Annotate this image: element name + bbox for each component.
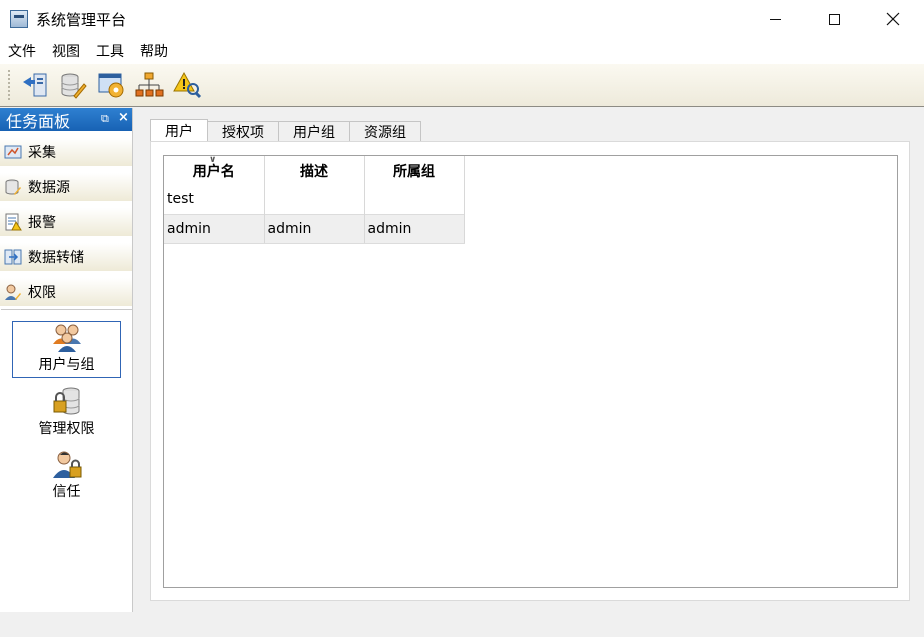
toolbar-export-button[interactable] [17,67,53,103]
menu-help[interactable]: 帮助 [140,41,168,61]
column-header-username[interactable]: ∨ 用户名 [164,155,265,185]
item-users-groups[interactable]: 用户与组 [12,321,121,378]
table-header-row: ∨ 用户名 描述 所属组 [164,155,465,185]
item-label: 信任 [52,484,81,500]
menu-bar: 文件 视图 工具 帮助 [0,38,924,64]
database-settings-icon [61,73,87,99]
close-icon [886,12,900,26]
category-label: 采集 [28,145,56,161]
maximize-icon [828,13,840,25]
datasource-icon [5,179,21,195]
category-collect[interactable]: 采集 [0,138,132,166]
table-row[interactable]: test [164,185,465,214]
table-row[interactable]: admin admin admin [164,213,465,244]
minimize-icon [769,18,781,20]
task-panel-header: 任务面板 ⧉ × [0,108,132,131]
toolbar-alarm-button[interactable] [169,67,205,103]
cell-description[interactable]: admin [264,213,365,244]
maximize-button[interactable] [805,0,863,38]
category-data-dump[interactable]: 数据转储 [0,243,132,271]
category-label: 权限 [28,285,56,301]
cell-group[interactable] [364,185,465,214]
toolbar-grip[interactable] [8,70,11,100]
cell-description[interactable] [264,185,365,214]
tab-authorization-items[interactable]: 授权项 [207,121,279,142]
alarm-icon [5,213,22,231]
collect-icon [4,145,22,159]
main-content: 用户 授权项 用户组 资源组 ∨ 用户名 描述 所属组 test admin a… [150,119,910,601]
close-panel-button[interactable]: × [118,110,129,125]
toolbar-topology-button[interactable] [131,67,167,103]
tab-user-groups[interactable]: 用户组 [278,121,350,142]
cell-username[interactable]: admin [164,213,265,244]
alarm-search-icon [173,71,202,99]
category-datasource[interactable]: 数据源 [0,173,132,201]
menu-tools[interactable]: 工具 [96,41,124,61]
close-button[interactable] [864,0,922,38]
category-label: 数据转储 [28,250,84,266]
task-items-area: 用户与组 管理权限 信任 [1,309,132,612]
manage-permission-icon [53,387,79,415]
permission-icon [5,284,21,300]
menu-file[interactable]: 文件 [8,41,36,61]
tab-page-users: ∨ 用户名 描述 所属组 test admin admin admin [150,141,910,601]
network-topology-icon [135,72,164,97]
item-trust[interactable]: 信任 [12,447,121,504]
trust-icon [52,451,81,478]
data-dump-icon [4,249,22,265]
task-panel-title: 任务面板 [6,111,71,131]
column-header-description[interactable]: 描述 [264,156,365,185]
menu-view[interactable]: 视图 [52,41,80,61]
app-icon [10,10,28,28]
export-icon [23,73,47,97]
item-label: 管理权限 [38,421,95,437]
system-config-icon [98,73,124,98]
users-grid[interactable]: ∨ 用户名 描述 所属组 test admin admin admin [163,155,898,588]
users-table: ∨ 用户名 描述 所属组 test admin admin admin [164,155,465,244]
toolbar-database-button[interactable] [55,67,91,103]
category-permission[interactable]: 权限 [0,278,132,306]
sort-indicator-icon: ∨ [209,155,217,165]
column-header-group[interactable]: 所属组 [364,156,465,185]
category-alarm[interactable]: 报警 [0,208,132,236]
tab-bar: 用户 授权项 用户组 资源组 [150,119,910,142]
tab-users[interactable]: 用户 [150,119,208,142]
minimize-button[interactable] [746,0,804,38]
category-label: 报警 [28,215,56,231]
cell-group[interactable]: admin [364,213,465,244]
task-panel: 任务面板 ⧉ × 采集 数据源 报警 数据转储 权限 用户与组 管理权限 信任 [0,108,133,612]
toolbar-config-button[interactable] [93,67,129,103]
category-label: 数据源 [28,180,70,196]
cell-username[interactable]: test [164,185,265,214]
tab-resource-groups[interactable]: 资源组 [349,121,421,142]
item-manage-permission[interactable]: 管理权限 [12,384,121,441]
users-groups-icon [52,324,81,352]
toolbar [0,64,924,107]
float-panel-button[interactable]: ⧉ [101,112,109,126]
title-bar: 系统管理平台 [0,0,924,38]
column-header-label: 用户名 [192,163,235,180]
item-label: 用户与组 [38,357,95,373]
window-title: 系统管理平台 [36,10,127,29]
